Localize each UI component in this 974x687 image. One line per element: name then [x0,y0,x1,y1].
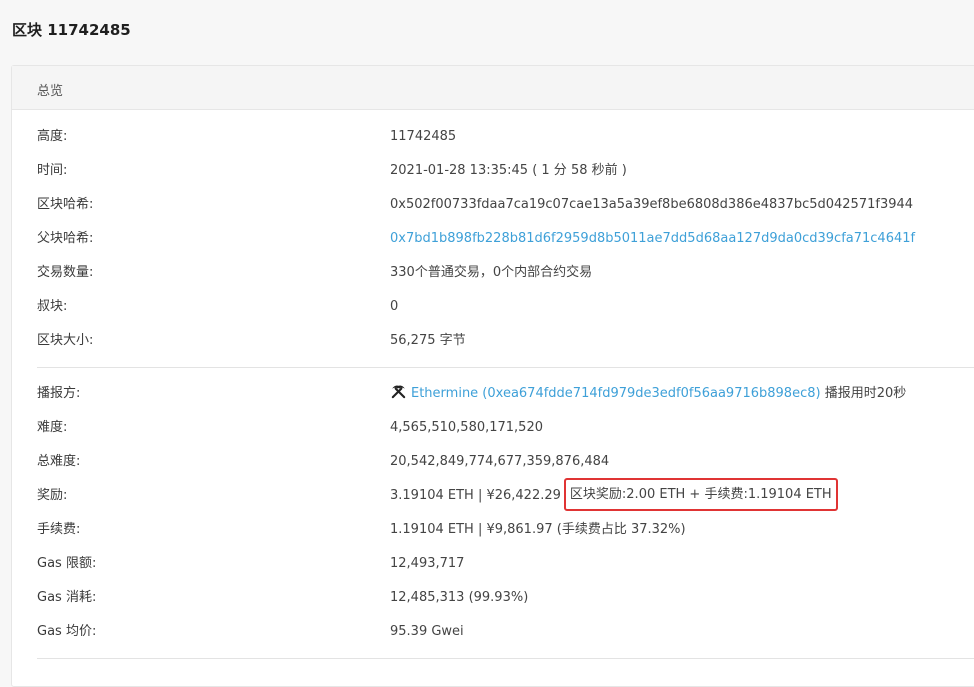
gas-limit-label: Gas 限额: [37,556,97,571]
reward-breakdown-highlight: 区块奖励:2.00 ETH + 手续费:1.19104 ETH [563,478,838,511]
tx-count-value: 330个普通交易，0个内部合约交易 [390,265,593,280]
block-size-label: 区块大小: [37,333,94,348]
total-difficulty-row: 总难度: 20,542,849,774,677,359,876,484 [12,445,974,479]
total-difficulty-label: 总难度: [37,454,81,469]
overview-tab-title: 总览 [37,84,64,99]
block-hash-row: 区块哈希: 0x502f00733fdaa7ca19c07cae13a5a39e… [12,188,974,222]
parent-hash-link[interactable]: 0x7bd1b898fb228b81d6f2959d8b5011ae7dd5d6… [390,222,915,256]
difficulty-row: 难度: 4,565,510,580,171,520 [12,411,974,445]
fee-value: 1.19104 ETH | ¥9,861.97 (手续费占比 37.32%) [390,522,686,537]
fee-row: 手续费: 1.19104 ETH | ¥9,861.97 (手续费占比 37.3… [12,513,974,547]
miner-broadcast-time: 播报用时20秒 [820,386,907,401]
time-row: 时间: 2021-01-28 13:35:45 ( 1 分 58 秒前 ) [12,154,974,188]
miner-link[interactable]: Ethermine (0xea674fdde714fd979de3edf0f56… [411,386,821,401]
height-label: 高度: [37,129,68,144]
uncles-value: 0 [390,299,399,314]
gas-price-row: Gas 均价: 95.39 Gwei [12,615,974,649]
gas-price-label: Gas 均价: [37,624,97,639]
card-header: 总览 [12,66,974,110]
reward-label: 奖励: [37,488,68,503]
uncles-row: 叔块: 0 [12,290,974,324]
miner-value: Ethermine (0xea674fdde714fd979de3edf0f56… [390,377,906,411]
gas-used-value: 12,485,313 (99.93%) [390,590,529,605]
parent-hash-label: 父块哈希: [37,231,94,246]
pickaxe-icon [391,385,406,399]
reward-value: 3.19104 ETH | ¥26,422.29 [390,488,561,503]
page-title: 区块 11742485 [12,21,131,39]
gas-price-value: 95.39 Gwei [390,624,464,639]
difficulty-value: 4,565,510,580,171,520 [390,420,543,435]
uncles-label: 叔块: [37,299,68,314]
height-value: 11742485 [390,129,457,144]
parent-hash-row: 父块哈希: 0x7bd1b898fb228b81d6f2959d8b5011ae… [12,222,974,256]
gas-used-label: Gas 消耗: [37,590,97,605]
fee-label: 手续费: [37,522,81,537]
block-hash-label: 区块哈希: [37,197,94,212]
bottom-divider [37,658,974,659]
reward-row: 奖励: 3.19104 ETH | ¥26,422.29 区块奖励:2.00 ET… [12,478,974,513]
reward-value-wrap: 3.19104 ETH | ¥26,422.29 区块奖励:2.00 ETH + … [390,478,838,513]
block-size-row: 区块大小: 56,275 字节 [12,324,974,358]
tx-count-label: 交易数量: [37,265,94,280]
height-row: 高度: 11742485 [12,120,974,154]
overview-card: 总览 高度: 11742485 时间: 2021-01-28 13:35:45 … [11,65,974,687]
block-size-value: 56,275 字节 [390,333,466,348]
total-difficulty-value: 20,542,849,774,677,359,876,484 [390,454,610,469]
gas-limit-value: 12,493,717 [390,556,465,571]
miner-label: 播报方: [37,386,81,401]
time-value: 2021-01-28 13:35:45 ( 1 分 58 秒前 ) [390,163,627,178]
difficulty-label: 难度: [37,420,68,435]
section-divider [37,367,974,368]
gas-used-row: Gas 消耗: 12,485,313 (99.93%) [12,581,974,615]
block-hash-value: 0x502f00733fdaa7ca19c07cae13a5a39ef8be68… [390,197,914,212]
miner-row: 播报方: Ethermine (0xea674fdde714fd979de3ed… [12,377,974,411]
time-label: 时间: [37,163,68,178]
tx-count-row: 交易数量: 330个普通交易，0个内部合约交易 [12,256,974,290]
gas-limit-row: Gas 限额: 12,493,717 [12,547,974,581]
